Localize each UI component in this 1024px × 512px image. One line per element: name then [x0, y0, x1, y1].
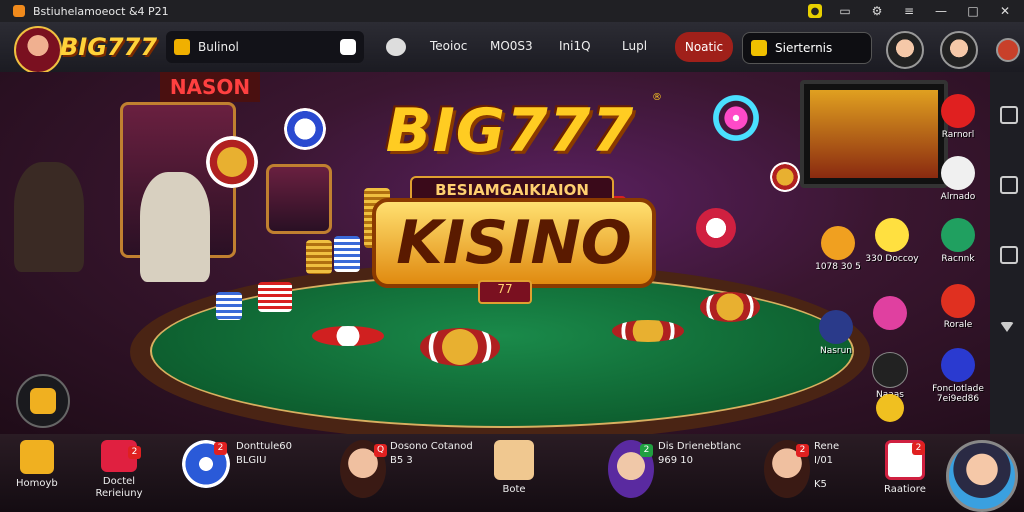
window-title: Bstiuhelamoeoct &4 P21	[33, 4, 169, 18]
game-tile[interactable]: 1078 30 5	[810, 226, 866, 272]
casino-scene: NASON BIG777 ® BESIAMGAIKIAION KISINO 77…	[0, 72, 1024, 434]
notice-button[interactable]: Noatic	[675, 32, 733, 62]
bottom-home[interactable]: Homoyb	[16, 440, 58, 489]
game-icon	[941, 156, 975, 190]
side-game-4[interactable]: Rorale	[930, 284, 986, 330]
services-button[interactable]: Sierternis	[742, 32, 872, 64]
app-icon	[13, 5, 25, 17]
user-avatar-1[interactable]	[886, 31, 924, 69]
badge: 2	[214, 442, 227, 455]
chip	[612, 320, 684, 342]
slot-machine-small	[266, 164, 332, 234]
bottom-bag[interactable]: Bote	[494, 440, 534, 495]
services-label: Sierternis	[775, 41, 833, 55]
neon-sign: NASON	[160, 72, 260, 102]
game-tile[interactable]	[862, 296, 918, 330]
game-icon	[941, 94, 975, 128]
game-icon	[875, 218, 909, 252]
side-game-3[interactable]: Racnnk	[930, 218, 986, 264]
right-rail	[990, 72, 1024, 434]
game-icon	[941, 348, 975, 382]
logo-text[interactable]: BIG777	[60, 33, 157, 61]
registered-mark: ®	[652, 92, 662, 103]
chip	[312, 326, 384, 346]
collapse-icon[interactable]	[1000, 322, 1014, 332]
search-box[interactable]: Bulinol	[166, 31, 364, 63]
chat-icon[interactable]	[386, 38, 406, 56]
nav-item-2[interactable]: MO0S3	[490, 39, 533, 53]
home-icon	[19, 440, 54, 474]
search-icon	[174, 39, 190, 55]
support-icon	[30, 388, 56, 414]
search-label: Bulinol	[198, 40, 239, 54]
chip	[696, 208, 736, 248]
lock-icon	[751, 40, 767, 56]
badge: 2	[796, 444, 809, 457]
game-icon	[873, 296, 907, 330]
screen-icon[interactable]: ▭	[836, 2, 854, 20]
bottom-chip-card[interactable]: Donttule60 BLGIU	[182, 440, 292, 488]
badge: 2	[128, 446, 141, 459]
top-navigation: BIG777 Bulinol Teoioc MO0S3 Ini1Q Lupl N…	[0, 22, 1024, 74]
profile-avatar[interactable]	[946, 440, 1018, 512]
badge: Q	[374, 444, 387, 457]
tv-screen	[800, 80, 948, 188]
maximize-icon[interactable]: □	[964, 2, 982, 20]
game-icon	[941, 284, 975, 318]
rail-icon[interactable]	[1000, 246, 1018, 264]
coin-icon[interactable]: ●	[808, 4, 822, 18]
nav-item-4[interactable]: Lupl	[622, 39, 647, 53]
hero-badge: 77	[478, 280, 532, 304]
hero-logo: KISINO	[372, 198, 656, 288]
game-tile[interactable]: 330 Doccoy	[864, 218, 920, 264]
close-icon[interactable]: ✕	[996, 2, 1014, 20]
bottom-player-card-2[interactable]: Dis Drienebtlanc 969 10	[608, 440, 741, 498]
player-figure	[14, 162, 84, 272]
player-figure-2	[140, 172, 210, 282]
chip-stack	[216, 292, 242, 320]
chip	[770, 162, 800, 192]
chip-stack	[306, 240, 332, 274]
rail-icon[interactable]	[1000, 106, 1018, 124]
chip-stack	[334, 236, 360, 272]
chip	[420, 328, 500, 366]
game-tile[interactable]	[862, 394, 918, 422]
logo-avatar[interactable]	[14, 26, 62, 74]
minimize-icon[interactable]: —	[932, 2, 950, 20]
chip	[206, 136, 258, 188]
bottom-player-card-1[interactable]: Dosono Cotanod B5 3	[340, 440, 473, 498]
game-tile[interactable]: Nasrun	[808, 310, 864, 356]
chip	[284, 108, 326, 150]
firework	[696, 78, 776, 158]
side-game-2[interactable]: Alrnado	[930, 156, 986, 202]
nav-item-1[interactable]: Teoioc	[430, 39, 467, 53]
rail-icon[interactable]	[1000, 176, 1018, 194]
chip-stack	[258, 282, 292, 312]
menu-icon[interactable]: ≡	[900, 2, 918, 20]
hero-title: BIG777	[385, 96, 635, 166]
window-controls: ● ▭ ⚙ ≡ — □ ✕	[808, 2, 1014, 20]
game-icon	[941, 218, 975, 252]
side-game-5[interactable]: Fonclotlade 7ei9ed86	[930, 348, 986, 404]
badge: 2	[640, 444, 653, 457]
side-game-1[interactable]: Rarnorl	[930, 94, 986, 140]
game-tile[interactable]: Naaas	[862, 352, 918, 400]
game-icon	[872, 352, 908, 388]
coin-icon	[876, 394, 904, 422]
bottom-bar: Homoyb Doctel Rerieiuny 2 Donttule60 BLG…	[0, 434, 1024, 512]
user-avatar-2[interactable]	[940, 31, 978, 69]
game-icon	[821, 226, 855, 260]
badge: 2	[912, 442, 925, 455]
nav-item-3[interactable]: Ini1Q	[559, 39, 591, 53]
support-button[interactable]	[16, 374, 70, 428]
controller-icon[interactable]	[340, 39, 356, 55]
bag-icon	[494, 440, 534, 480]
settings-icon[interactable]: ⚙	[868, 2, 886, 20]
chip	[700, 292, 760, 322]
notification-icon[interactable]	[996, 38, 1020, 62]
game-icon	[819, 310, 853, 344]
window-titlebar: Bstiuhelamoeoct &4 P21 ● ▭ ⚙ ≡ — □ ✕	[0, 0, 1024, 22]
